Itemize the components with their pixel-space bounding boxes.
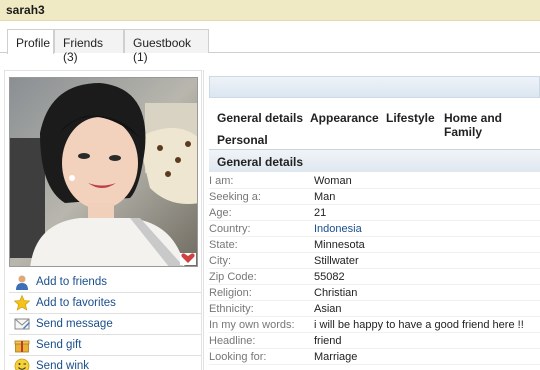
envelope-icon	[14, 318, 30, 330]
detail-value: 55082	[314, 270, 345, 283]
send-gift-button[interactable]: Send gift	[9, 335, 201, 356]
detail-row: Country: Indonesia	[209, 221, 540, 237]
section-nav: General details Appearance Lifestyle Hom…	[209, 103, 540, 149]
send-message-label: Send message	[36, 318, 113, 330]
profile-photo[interactable]	[9, 77, 198, 267]
detail-key: Ethnicity:	[209, 302, 254, 315]
detail-value: i will be happy to have a good friend he…	[314, 318, 524, 331]
detail-value: Marriage	[314, 350, 358, 363]
gift-icon	[14, 340, 30, 353]
star-icon	[14, 295, 30, 311]
smiley-icon	[14, 358, 30, 370]
section-link-personal[interactable]: Personal	[217, 133, 268, 147]
detail-key: State:	[209, 238, 238, 251]
details-topbar	[209, 76, 540, 98]
detail-value: Woman	[314, 174, 352, 187]
profile-sidebar: Add to friends Add to favorites Send mes…	[4, 70, 202, 370]
send-message-button[interactable]: Send message	[9, 314, 201, 335]
detail-key: Looking for:	[209, 350, 267, 363]
detail-key: City:	[209, 254, 231, 267]
send-wink-button[interactable]: Send wink	[9, 356, 201, 370]
profile-header: sarah3	[0, 0, 540, 21]
detail-value: Stillwater	[314, 254, 359, 267]
detail-row: City: Stillwater	[209, 253, 540, 269]
add-to-favorites-label: Add to favorites	[36, 297, 116, 309]
profile-actions: Add to friends Add to favorites Send mes…	[9, 272, 201, 370]
profile-details-panel: General details Appearance Lifestyle Hom…	[209, 76, 540, 365]
detail-row: Looking for: Marriage	[209, 349, 540, 365]
detail-value: Christian	[314, 286, 358, 299]
send-wink-label: Send wink	[36, 360, 90, 370]
detail-value: Man	[314, 190, 336, 203]
section-link-general-details[interactable]: General details	[217, 111, 303, 125]
detail-value: Asian	[314, 302, 342, 315]
detail-row: In my own words: i will be happy to have …	[209, 317, 540, 333]
detail-row: Age: 21	[209, 205, 540, 221]
country-link[interactable]: Indonesia	[314, 223, 362, 235]
detail-key: Zip Code:	[209, 270, 257, 283]
tab-friends[interactable]: Friends (3)	[54, 29, 124, 64]
detail-key: Seeking a:	[209, 190, 261, 203]
send-gift-label: Send gift	[36, 339, 82, 351]
detail-row: Ethnicity: Asian	[209, 301, 540, 317]
detail-key: Headline:	[209, 334, 256, 347]
column-divider	[203, 70, 204, 370]
profile-tabs: Profile Friends (3) Guestbook (1)	[0, 27, 540, 64]
section-link-appearance[interactable]: Appearance	[310, 111, 379, 125]
detail-row: State: Minnesota	[209, 237, 540, 253]
detail-key: In my own words:	[209, 318, 295, 331]
profile-photo-image	[10, 78, 197, 266]
section-link-lifestyle[interactable]: Lifestyle	[386, 111, 435, 125]
section-title: General details	[209, 149, 540, 172]
tab-guestbook[interactable]: Guestbook (1)	[124, 29, 209, 64]
add-to-friends-button[interactable]: Add to friends	[9, 272, 201, 293]
person-add-icon	[16, 275, 28, 290]
detail-row: Headline: friend	[209, 333, 540, 349]
details-list: I am: Woman Seeking a: Man Age: 21 Country:…	[209, 173, 540, 365]
detail-row: Zip Code: 55082	[209, 269, 540, 285]
detail-row: I am: Woman	[209, 173, 540, 189]
detail-value: Minnesota	[314, 238, 365, 251]
tab-profile[interactable]: Profile	[7, 29, 54, 54]
detail-key: I am:	[209, 174, 234, 187]
detail-value: friend	[314, 334, 342, 347]
add-to-friends-label: Add to friends	[36, 276, 107, 288]
detail-value: 21	[314, 206, 327, 219]
section-link-home-and-family[interactable]: Home and Family	[444, 111, 540, 139]
detail-key: Age:	[209, 206, 232, 219]
profile-username: sarah3	[6, 3, 45, 17]
detail-row: Seeking a: Man	[209, 189, 540, 205]
detail-key: Religion:	[209, 286, 252, 299]
detail-row: Religion: Christian	[209, 285, 540, 301]
detail-key: Country:	[209, 222, 251, 235]
add-to-favorites-button[interactable]: Add to favorites	[9, 293, 201, 314]
